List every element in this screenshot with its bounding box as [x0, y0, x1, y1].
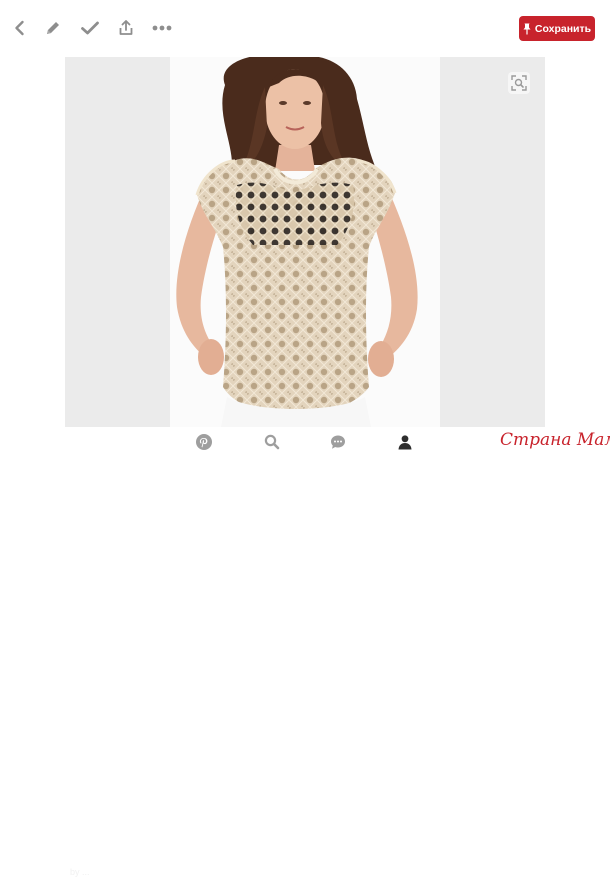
pin-caption: by ... — [70, 867, 90, 877]
edit-button[interactable] — [41, 16, 65, 40]
more-button[interactable] — [150, 16, 174, 40]
pinterest-icon — [196, 434, 212, 450]
more-dots-icon — [152, 25, 172, 31]
home-tab[interactable] — [194, 432, 214, 452]
chevron-left-icon — [15, 20, 24, 36]
pencil-icon — [47, 22, 59, 34]
site-watermark: Страна Мам — [500, 430, 610, 450]
profile-tab[interactable] — [395, 432, 415, 452]
save-button-label: Сохранить — [534, 22, 592, 35]
profile-icon — [398, 435, 412, 450]
done-button[interactable] — [78, 16, 102, 40]
chat-icon — [331, 435, 345, 449]
lens-icon — [511, 75, 527, 91]
search-icon — [264, 434, 280, 450]
toolbar: Сохранить — [0, 0, 610, 58]
pin-icon — [523, 23, 531, 34]
share-icon — [119, 20, 133, 35]
share-button[interactable] — [114, 16, 138, 40]
back-button[interactable] — [8, 16, 32, 40]
model-photo — [176, 57, 418, 427]
visual-search-button[interactable] — [508, 72, 530, 94]
checkmark-icon — [81, 21, 99, 35]
save-button[interactable]: Сохранить — [519, 16, 595, 41]
messages-tab[interactable] — [328, 432, 348, 452]
search-tab[interactable] — [262, 432, 282, 452]
pin-image[interactable] — [65, 57, 545, 427]
